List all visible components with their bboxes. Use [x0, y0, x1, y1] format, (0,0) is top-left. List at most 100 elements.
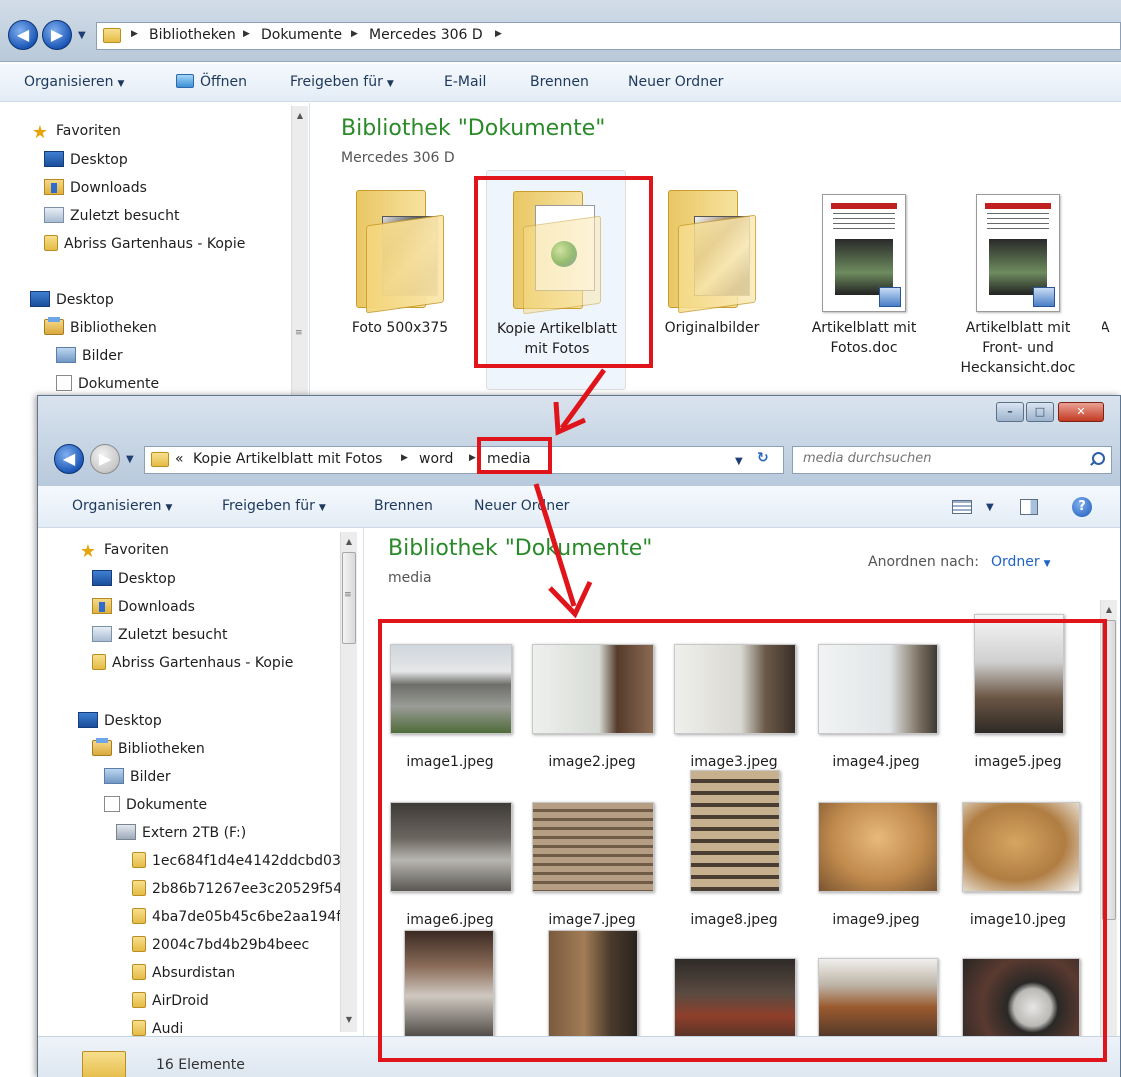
email-button[interactable]: E-Mail [444, 74, 486, 90]
background-nav-scrollbar[interactable]: ▲ ≡ [291, 106, 308, 396]
background-address-bar[interactable]: ▶ Bibliotheken ▶ Dokumente ▶ Mercedes 30… [96, 22, 1121, 50]
scroll-down-icon[interactable]: ▼ [341, 1012, 357, 1028]
refresh-icon[interactable]: ↻ [757, 450, 769, 466]
new-folder-button[interactable]: Neuer Ordner [628, 74, 723, 90]
nav-downloads[interactable]: Downloads [44, 179, 147, 196]
open-button[interactable]: Öffnen [176, 74, 247, 90]
foreground-address-bar[interactable]: « Kopie Artikelblatt mit Fotos ▶ word ▶ … [144, 446, 784, 474]
back-arrow-icon[interactable]: ◀ [54, 444, 84, 474]
back-arrow-icon[interactable]: ◀ [8, 20, 38, 50]
burn-button[interactable]: Brennen [530, 74, 589, 90]
breadcrumb-word[interactable]: word [419, 451, 453, 467]
nav-recent[interactable]: Zuletzt besucht [44, 207, 179, 224]
breadcrumb-overflow[interactable]: « [175, 451, 184, 467]
organize-button[interactable]: Organisieren ▼ [24, 74, 124, 90]
breadcrumb-separator-icon: ▶ [469, 453, 476, 463]
nav-favorites[interactable]: ★ Favoriten [78, 542, 169, 561]
folder-icon [132, 1020, 146, 1036]
view-dropdown-icon[interactable]: ▼ [986, 502, 994, 513]
breadcrumb-bibliotheken[interactable]: Bibliotheken [149, 27, 236, 43]
chevron-down-icon: ▼ [1043, 559, 1051, 569]
scroll-up-icon[interactable]: ▲ [292, 108, 308, 124]
nav-desktop-root[interactable]: Desktop [30, 291, 114, 308]
folder-tile-foto[interactable]: Foto 500x375 [330, 170, 470, 390]
nav-label: 4ba7de05b45c6be2aa194f [152, 909, 342, 925]
folder-icon [44, 235, 58, 251]
nav-desktop[interactable]: Desktop [44, 151, 128, 168]
library-title: Bibliothek "Dokumente" [341, 116, 606, 141]
history-dropdown-icon[interactable]: ▼ [78, 30, 86, 41]
nav-documents[interactable]: Dokumente [104, 796, 207, 813]
nav-downloads[interactable]: Downloads [92, 598, 195, 615]
foreground-navigation-pane: ★ Favoriten Desktop Downloads Zuletzt bes… [38, 528, 364, 1036]
library-subtitle: media [388, 570, 432, 586]
nav-label: Bibliotheken [118, 741, 205, 757]
nav-folder[interactable]: 1ec684f1d4e4142ddcbd03 [132, 852, 344, 869]
tile-label: Originalbilder [664, 320, 760, 336]
nav-documents[interactable]: Dokumente [56, 375, 159, 392]
share-button[interactable]: Freigeben für ▼ [222, 498, 326, 514]
breadcrumb-separator-icon: ▶ [243, 29, 250, 39]
nav-folder[interactable]: 2b86b71267ee3c20529f54 [132, 880, 344, 897]
word-document-icon [822, 194, 906, 312]
nav-folder[interactable]: Absurdistan [132, 964, 235, 981]
close-button[interactable]: ✕ [1058, 402, 1104, 422]
help-icon[interactable]: ? [1072, 497, 1092, 517]
organize-label: Organisieren [72, 498, 162, 514]
folder-icon [92, 654, 106, 670]
forward-arrow-icon[interactable]: ▶ [90, 444, 120, 474]
nav-pictures[interactable]: Bilder [56, 347, 123, 364]
maximize-button[interactable]: □ [1026, 402, 1054, 422]
foreground-title-bar: – □ ✕ ◀ ▶ ▼ « Kopie Artikelblatt mit Fot… [38, 396, 1120, 492]
nav-recent[interactable]: Zuletzt besucht [92, 626, 227, 643]
chevron-down-icon: ▼ [165, 503, 173, 513]
organize-button[interactable]: Organisieren ▼ [72, 498, 172, 514]
file-tile-artikelblatt-fotos[interactable]: Artikelblatt mit Fotos.doc [794, 170, 934, 390]
breadcrumb-separator-icon: ▶ [351, 29, 358, 39]
scroll-up-icon[interactable]: ▲ [1101, 602, 1117, 618]
file-tile-partial[interactable]: A [1102, 170, 1121, 390]
burn-button[interactable]: Brennen [374, 498, 433, 514]
nav-abriss[interactable]: Abriss Gartenhaus - Kopie [44, 235, 245, 252]
nav-label: Bibliotheken [70, 320, 157, 336]
background-address-bar-area: ◀ ▶ ▼ ▶ Bibliotheken ▶ Dokumente ▶ Merce… [0, 0, 1121, 62]
nav-libraries[interactable]: Bibliotheken [44, 317, 157, 336]
nav-favorites[interactable]: ★ Favoriten [30, 123, 121, 142]
folder-tile-originalbilder[interactable]: Originalbilder [642, 170, 782, 390]
nav-label: 2b86b71267ee3c20529f54 [152, 881, 343, 897]
arrange-dropdown[interactable]: Ordner ▼ [991, 554, 1051, 570]
nav-libraries[interactable]: Bibliotheken [92, 738, 205, 757]
folder-icon [151, 452, 169, 467]
new-folder-button[interactable]: Neuer Ordner [474, 498, 569, 514]
file-tile-artikelblatt-front[interactable]: Artikelblatt mit Front- und Heckansicht.… [948, 170, 1088, 390]
nav-folder[interactable]: 2004c7bd4b29b4beec [132, 936, 344, 953]
change-view-icon[interactable] [952, 500, 972, 514]
nav-folder[interactable]: 4ba7de05b45c6be2aa194f [132, 908, 344, 925]
nav-label: Absurdistan [152, 965, 236, 981]
preview-pane-icon[interactable] [1020, 499, 1038, 515]
share-button[interactable]: Freigeben für ▼ [290, 74, 394, 90]
nav-drive[interactable]: Extern 2TB (F:) [116, 824, 246, 841]
address-dropdown-icon[interactable]: ▼ [735, 456, 743, 467]
folder-icon [82, 1051, 126, 1077]
breadcrumb-mercedes[interactable]: Mercedes 306 D [369, 27, 483, 43]
search-input[interactable] [803, 451, 1083, 466]
word-document-icon [976, 194, 1060, 312]
nav-abriss[interactable]: Abriss Gartenhaus - Kopie [92, 654, 293, 671]
nav-label: Desktop [56, 292, 114, 308]
search-box[interactable] [792, 446, 1112, 474]
search-icon[interactable] [1089, 451, 1105, 467]
forward-arrow-icon[interactable]: ▶ [42, 20, 72, 50]
breadcrumb-kopie[interactable]: Kopie Artikelblatt mit Fotos [193, 451, 382, 467]
nav-desktop-root[interactable]: Desktop [78, 712, 162, 729]
nav-desktop[interactable]: Desktop [92, 570, 176, 587]
history-dropdown-icon[interactable]: ▼ [126, 454, 134, 465]
breadcrumb-dokumente[interactable]: Dokumente [261, 27, 342, 43]
minimize-button[interactable]: – [996, 402, 1024, 422]
nav-pictures[interactable]: Bilder [104, 768, 171, 785]
nav-folder[interactable]: Audi [132, 1020, 183, 1036]
foreground-nav-scrollbar[interactable]: ▲ ≡ ▼ [340, 532, 357, 1032]
nav-folder[interactable]: AirDroid [132, 992, 209, 1009]
nav-label: Desktop [104, 713, 162, 729]
scroll-up-icon[interactable]: ▲ [341, 534, 357, 550]
